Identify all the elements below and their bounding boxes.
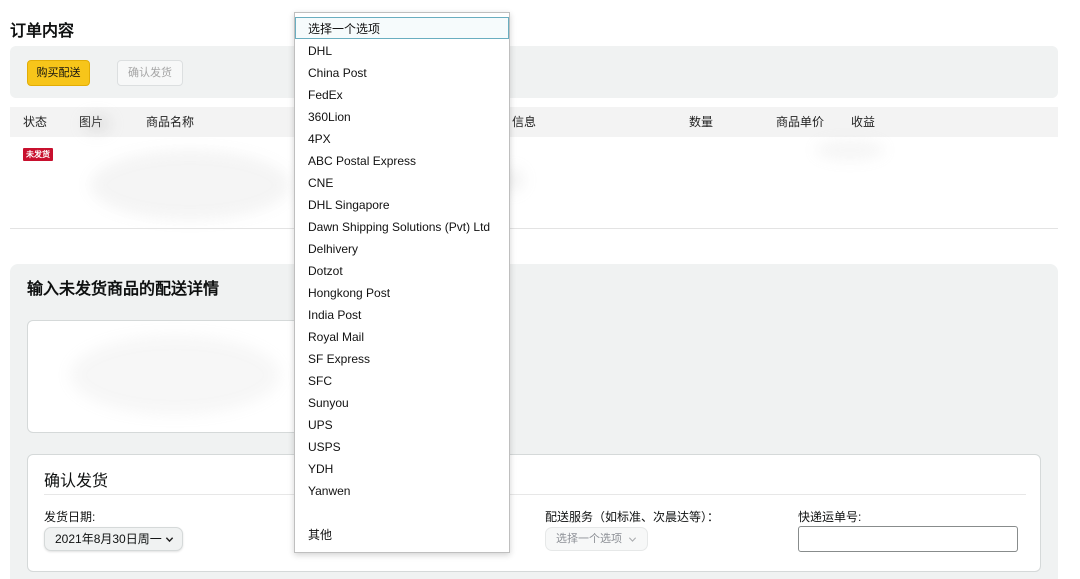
carrier-option[interactable]: DHL Singapore xyxy=(295,193,509,215)
carrier-option[interactable]: FedEx xyxy=(295,83,509,105)
carrier-option[interactable]: UPS xyxy=(295,413,509,435)
column-header-unit-price: 商品单价 xyxy=(776,115,825,129)
carrier-option[interactable]: China Post xyxy=(295,61,509,83)
carrier-option-other[interactable]: 其他 xyxy=(295,523,509,545)
carrier-option[interactable]: YDH xyxy=(295,457,509,479)
carrier-option[interactable]: CNE xyxy=(295,171,509,193)
column-header-proceeds: 收益 xyxy=(851,115,876,129)
carrier-option[interactable]: SFC xyxy=(295,369,509,391)
carrier-option[interactable]: Dawn Shipping Solutions (Pvt) Ltd xyxy=(295,215,509,237)
ship-date-label: 发货日期: xyxy=(44,510,96,524)
carrier-dropdown[interactable]: 选择一个选项 DHL China Post FedEx 360Lion 4PX ABC Po… xyxy=(294,12,510,553)
chevron-down-icon xyxy=(628,537,637,542)
carrier-option-placeholder[interactable]: 选择一个选项 xyxy=(295,17,509,39)
carrier-option[interactable]: Sunyou xyxy=(295,391,509,413)
carrier-option[interactable]: India Post xyxy=(295,303,509,325)
shipping-service-label: 配送服务（如标准、次晨达等）： xyxy=(545,510,720,524)
carrier-option-list: 选择一个选项 DHL China Post FedEx 360Lion 4PX ABC Po… xyxy=(295,17,509,501)
confirm-shipment-button[interactable]: 确认发货 xyxy=(117,60,183,86)
carrier-option[interactable]: 360Lion xyxy=(295,105,509,127)
column-header-product-name: 商品名称 xyxy=(146,115,195,129)
carrier-option[interactable]: ABC Postal Express xyxy=(295,149,509,171)
carrier-option[interactable]: Dotzot xyxy=(295,259,509,281)
column-header-info: 信息 xyxy=(512,115,537,129)
carrier-option[interactable]: USPS xyxy=(295,435,509,457)
carrier-option[interactable]: 4PX xyxy=(295,127,509,149)
carrier-option[interactable]: Hongkong Post xyxy=(295,281,509,303)
column-header-quantity: 数量 xyxy=(689,115,714,129)
redacted-blur xyxy=(70,335,280,415)
shipping-details-title: 输入未发货商品的配送详情 xyxy=(27,281,220,298)
confirm-shipment-title: 确认发货 xyxy=(44,473,109,490)
ship-date-value: 2021年8月30日周一 xyxy=(55,532,162,546)
shipping-service-value: 选择一个选项 xyxy=(556,533,622,545)
page-title: 订单内容 xyxy=(10,23,75,40)
carrier-option[interactable]: Royal Mail xyxy=(295,325,509,347)
tracking-number-label: 快递运单号: xyxy=(798,510,862,524)
confirm-shipment-card xyxy=(27,454,1041,572)
ship-date-select[interactable]: 2021年8月30日周一 xyxy=(44,527,183,551)
redacted-blur xyxy=(90,150,290,220)
card-divider xyxy=(44,494,1026,495)
buy-shipping-button[interactable]: 购买配送 xyxy=(27,60,90,86)
redacted-blur xyxy=(815,140,885,160)
shipping-service-select[interactable]: 选择一个选项 xyxy=(545,527,648,551)
carrier-option[interactable]: Delhivery xyxy=(295,237,509,259)
column-header-status: 状态 xyxy=(23,115,48,129)
status-badge: 未发货 xyxy=(23,148,53,161)
redacted-blur xyxy=(84,116,110,132)
tracking-number-input[interactable] xyxy=(798,526,1018,552)
row-divider xyxy=(10,228,1058,229)
carrier-option[interactable]: Yanwen xyxy=(295,479,509,501)
chevron-down-icon xyxy=(165,537,174,543)
carrier-option[interactable]: SF Express xyxy=(295,347,509,369)
carrier-option[interactable]: DHL xyxy=(295,39,509,61)
